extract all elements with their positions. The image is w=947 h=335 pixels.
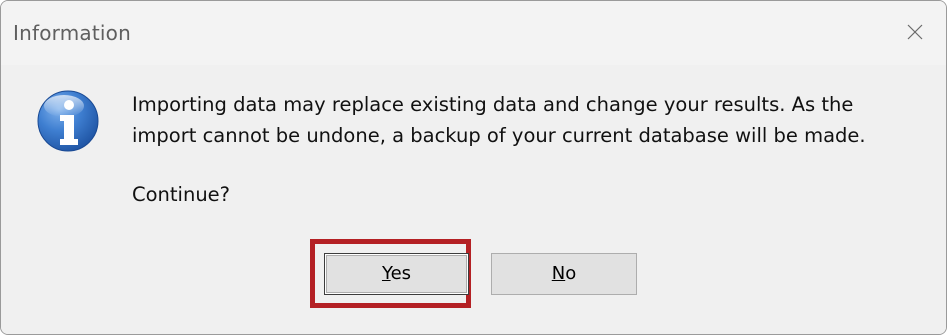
information-icon [37, 90, 99, 152]
yes-button[interactable]: Yes [324, 253, 469, 295]
message-line-2: import cannot be undone, a backup of you… [132, 124, 866, 147]
message-text: Importing data may replace existing data… [132, 89, 932, 151]
yes-label-rest: es [390, 263, 412, 284]
information-dialog: Information Importing data may replace e… [0, 0, 947, 335]
no-button[interactable]: No [491, 253, 637, 295]
close-icon [907, 24, 923, 40]
title-bar[interactable]: Information [1, 1, 946, 65]
message-line-1: Importing data may replace existing data… [132, 93, 854, 116]
yes-mnemonic: Y [381, 263, 391, 284]
close-button[interactable] [882, 1, 946, 65]
dialog-content: Importing data may replace existing data… [1, 65, 946, 334]
no-mnemonic: N [551, 263, 566, 284]
window-title: Information [13, 21, 131, 45]
continue-question: Continue? [132, 183, 231, 206]
no-label-rest: o [565, 263, 577, 284]
